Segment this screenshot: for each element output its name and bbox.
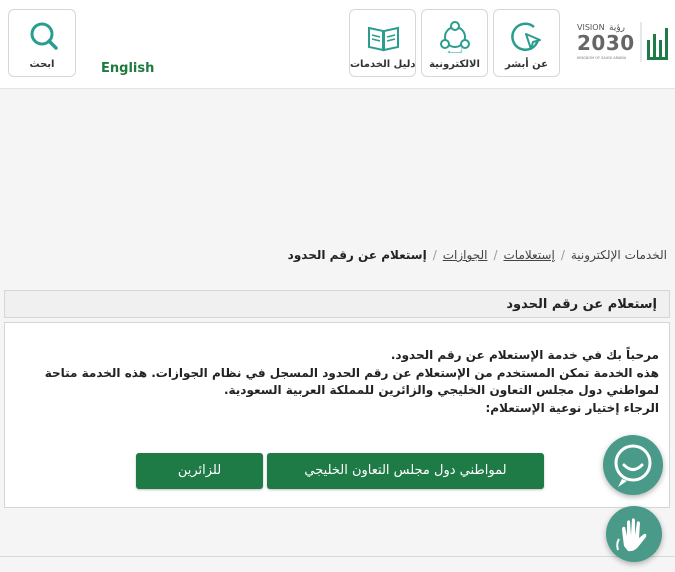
breadcrumb-item-passports[interactable]: الجوازات — [443, 248, 488, 262]
divider — [0, 556, 675, 557]
message-line: لمواطني دول مجلس التعاون الخليجي والزائر… — [223, 383, 659, 397]
eservices-network-icon: ابـــــه — [422, 18, 487, 55]
services-guide-tile[interactable]: دليل الخدمات — [349, 9, 416, 77]
services-guide-label: دليل الخدمات — [350, 59, 416, 70]
svg-text:ابـــــه: ابـــــه — [447, 48, 463, 54]
panel-body: مرحباً بك في خدمة الإستعلام عن رقم الحدو… — [4, 322, 670, 508]
svg-text:2030: 2030 — [577, 31, 635, 55]
breadcrumb-item-eservices[interactable]: الخدمات الإلكترونية — [571, 248, 667, 262]
absher-tile[interactable]: عن أبشر — [493, 9, 560, 77]
message-line: الرجاء إختيار نوعية الإستعلام: — [485, 400, 659, 415]
message-line: هذه الخدمة تمكن المستخدم من الإستعلام عن… — [44, 365, 659, 380]
breadcrumb: الخدمات الإلكترونية/إستعلامات/الجوازات/إ… — [287, 248, 667, 262]
absher-pointer-icon — [494, 18, 559, 54]
panel-title: إستعلام عن رقم الحدود — [4, 290, 670, 318]
eservices-tile[interactable]: ابـــــه الالكترونية — [421, 9, 488, 77]
breadcrumb-current: إستعلام عن رقم الحدود — [287, 248, 427, 262]
language-switch-link[interactable]: English — [101, 61, 154, 76]
sign-language-button[interactable] — [606, 506, 662, 562]
eservices-label: الالكترونية — [429, 59, 480, 70]
site-header: ابحث English دليل الخدمات ابـــــه الالك… — [0, 0, 675, 89]
search-icon — [9, 18, 75, 54]
search-label: ابحث — [29, 59, 55, 70]
breadcrumb-item-inquiries[interactable]: إستعلامات — [503, 248, 554, 262]
vision-2030-logo: VISION رؤية 2030 KINGDOM OF SAUDI ARABIA — [575, 18, 670, 68]
svg-text:KINGDOM OF SAUDI ARABIA: KINGDOM OF SAUDI ARABIA — [577, 56, 627, 60]
chat-support-icon — [614, 444, 652, 487]
sign-language-icon — [616, 518, 647, 552]
message-line: مرحباً بك في خدمة الإستعلام عن رقم الحدو… — [390, 348, 659, 362]
absher-label: عن أبشر — [505, 59, 548, 70]
chat-support-button[interactable] — [603, 435, 663, 495]
services-guide-book-icon — [350, 18, 415, 54]
visitors-button[interactable]: للزائرين — [136, 453, 263, 489]
service-description: مرحباً بك في خدمة الإستعلام عن رقم الحدو… — [19, 347, 659, 417]
search-button[interactable]: ابحث — [8, 9, 76, 77]
gcc-citizens-button[interactable]: لمواطني دول مجلس التعاون الخليجي — [267, 453, 544, 489]
